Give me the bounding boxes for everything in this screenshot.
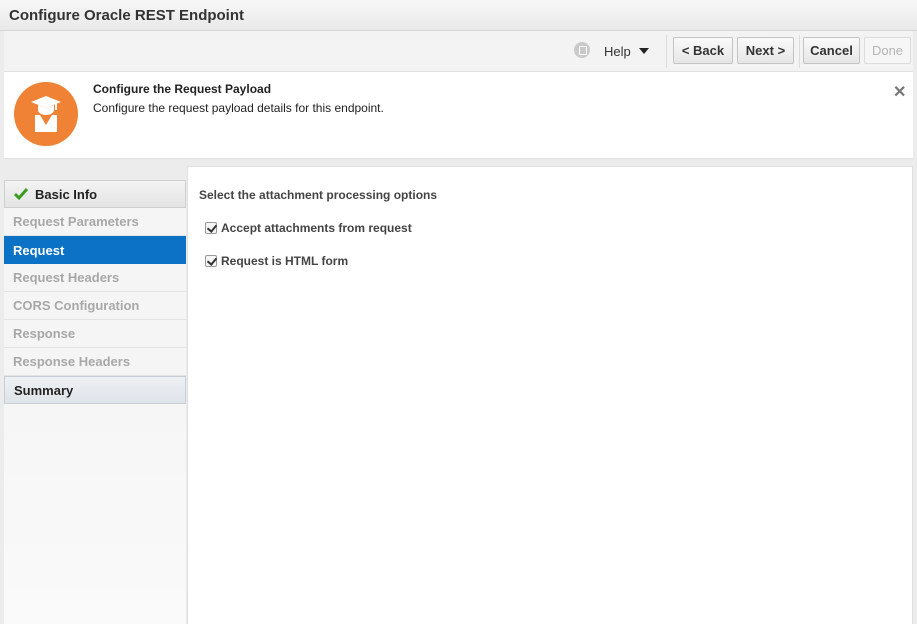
main-panel: Select the attachment processing options… <box>187 166 913 624</box>
nav-item-request-headers[interactable]: Request Headers <box>4 264 186 292</box>
title-bar: Configure Oracle REST Endpoint <box>0 0 917 31</box>
toolbar-divider <box>666 35 667 68</box>
cancel-button[interactable]: Cancel <box>803 37 860 64</box>
header-title: Configure the Request Payload <box>93 82 272 96</box>
toolbar-divider <box>799 35 800 68</box>
checkmark-icon <box>13 188 29 201</box>
accept-attachments-checkbox[interactable] <box>205 222 217 234</box>
back-button[interactable]: < Back <box>673 37 733 64</box>
nav-item-response[interactable]: Response <box>4 320 186 348</box>
nav-item-basic-info[interactable]: Basic Info <box>4 180 186 208</box>
accept-attachments-label: Accept attachments from request <box>221 221 412 235</box>
nav-item-label: Response <box>13 326 76 341</box>
endpoint-avatar <box>14 82 78 146</box>
section-label: Select the attachment processing options <box>199 188 438 202</box>
html-form-option[interactable]: Request is HTML form <box>205 254 348 268</box>
nav-item-request-parameters[interactable]: Request Parameters <box>4 208 186 236</box>
nav-item-response-headers[interactable]: Response Headers <box>4 348 186 376</box>
window-title: Configure Oracle REST Endpoint <box>9 7 245 24</box>
caret-down-icon <box>638 48 649 54</box>
html-form-label: Request is HTML form <box>221 254 349 268</box>
html-form-checkbox[interactable] <box>205 255 217 267</box>
toolbar: Help < Back Next > Cancel Done <box>4 31 913 72</box>
nav-item-label: Request Parameters <box>13 214 139 229</box>
nav-item-label: Request Headers <box>13 270 120 285</box>
done-button[interactable]: Done <box>864 37 911 64</box>
nav-item-label: Summary <box>14 382 74 398</box>
nav-item-summary[interactable]: Summary <box>4 376 186 404</box>
next-button[interactable]: Next > <box>737 37 794 64</box>
nav-item-request[interactable]: Request <box>4 236 186 264</box>
nav-item-label: Request <box>13 242 65 258</box>
nav-item-cors-configuration[interactable]: CORS Configuration <box>4 292 186 320</box>
wizard-navigation: Basic Info Request Parameters Request Re… <box>4 180 186 624</box>
header-description: Configure the request payload details fo… <box>93 101 384 115</box>
nav-item-label: Basic Info <box>35 186 98 202</box>
help-label: Help <box>604 43 631 59</box>
graduate-icon <box>31 96 61 132</box>
page-header: Configure the Request Payload Configure … <box>4 72 913 159</box>
lock-icon <box>574 42 590 58</box>
nav-item-label: Response Headers <box>13 354 131 369</box>
accept-attachments-option[interactable]: Accept attachments from request <box>205 221 412 235</box>
nav-item-label: CORS Configuration <box>13 298 140 313</box>
help-menu[interactable]: Help <box>604 39 649 63</box>
close-icon[interactable]: ✕ <box>893 82 906 102</box>
